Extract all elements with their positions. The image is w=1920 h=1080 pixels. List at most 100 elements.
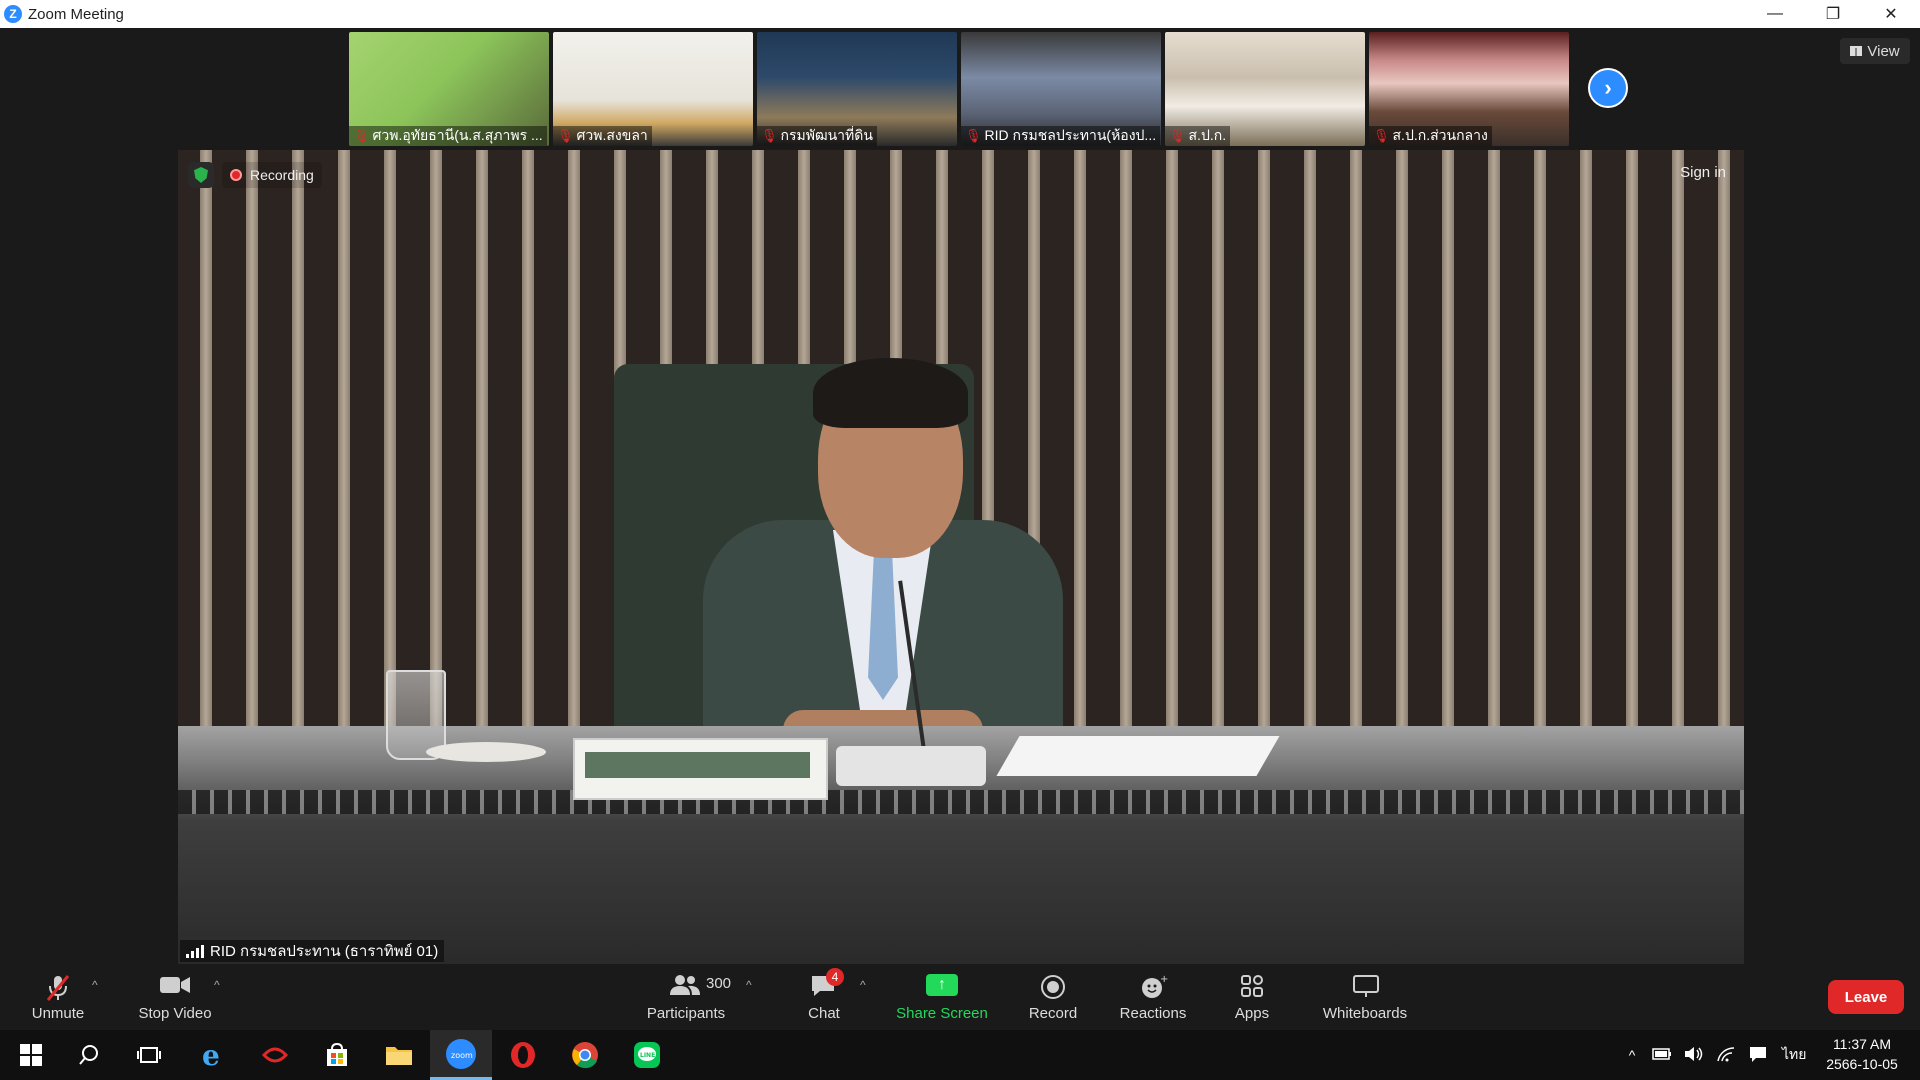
battery-icon[interactable] [1652, 1047, 1672, 1063]
line-app-icon[interactable]: LINE [616, 1030, 678, 1080]
svg-text:zoom: zoom [451, 1051, 473, 1060]
view-button-label: View [1867, 42, 1900, 60]
participants-options-chevron-icon[interactable]: ^ [746, 978, 752, 992]
wifi-icon[interactable] [1716, 1046, 1736, 1065]
participant-name: ส.ป.ก. [1188, 127, 1227, 143]
internet-explorer-icon[interactable]: e [182, 1030, 244, 1080]
sign-in-link[interactable]: Sign in [1680, 164, 1726, 181]
search-icon[interactable] [58, 1030, 120, 1080]
encryption-shield-icon[interactable] [188, 162, 214, 188]
participants-button[interactable]: 300 Participants [638, 964, 734, 1030]
participant-thumbnail[interactable]: 🎙 RID กรมชลประทาน(ห้องป... [961, 32, 1161, 146]
svg-text:+: + [1160, 974, 1168, 985]
chat-button[interactable]: 4 Chat [796, 964, 852, 1030]
meeting-area: 🎙 ศวพ.อุทัยธานี(น.ส.สุภาพร ... 🎙 ศวพ.สงข… [0, 28, 1920, 964]
window-title: Zoom Meeting [28, 5, 124, 23]
participant-thumbnail[interactable]: 🎙 ศวพ.สงขลา [553, 32, 753, 146]
opera-icon[interactable] [492, 1030, 554, 1080]
apps-icon [1240, 974, 1264, 1003]
participant-thumbnail[interactable]: 🎙 ส.ป.ก. [1165, 32, 1365, 146]
stop-video-button[interactable]: Stop Video [130, 964, 220, 1030]
participant-thumbnail[interactable]: 🎙 ศวพ.อุทัยธานี(น.ส.สุภาพร ... [349, 32, 549, 146]
participant-thumbnail[interactable]: 🎙 ส.ป.ก.ส่วนกลาง [1369, 32, 1569, 146]
zoom-taskbar-icon[interactable]: zoom [430, 1030, 492, 1080]
participant-name-label: 🎙 กรมพัฒนาที่ดิน [757, 126, 877, 146]
smiley-icon: + [1140, 974, 1168, 1005]
participant-name-label: 🎙 ศวพ.อุทัยธานี(น.ส.สุภาพร ... [349, 126, 547, 146]
main-speaker-video: Recording Sign in RID กรมชลประทาน (ธาราท… [178, 150, 1744, 964]
recording-label: Recording [250, 167, 314, 183]
windows-taskbar: e zoom LINE ^ ไทย 11:37 AM 2566-10-05 [0, 1030, 1920, 1080]
input-language[interactable]: ไทย [1782, 1044, 1806, 1066]
task-view-icon[interactable] [118, 1030, 180, 1080]
svg-text:e: e [202, 1041, 220, 1069]
participant-name: ศวพ.สงขลา [576, 127, 648, 143]
clock-date: 2566-10-05 [1826, 1056, 1898, 1072]
participant-name-label: 🎙 ส.ป.ก. [1165, 126, 1231, 146]
speaker-name: RID กรมชลประทาน (ธาราทิพย์ 01) [210, 943, 439, 960]
meeting-toolbar: Unmute ^ Stop Video ^ 300 Participants ^… [0, 964, 1920, 1030]
notifications-icon[interactable] [1748, 1045, 1768, 1066]
clock-time: 11:37 AM [1832, 1036, 1892, 1052]
participant-name: กรมพัฒนาที่ดิน [780, 127, 873, 143]
view-button[interactable]: View [1840, 38, 1910, 64]
window-controls: — ❐ ✕ [1746, 0, 1920, 28]
system-tray: ^ ไทย [1622, 1030, 1807, 1080]
participant-name: ศวพ.อุทัยธานี(น.ส.สุภาพร ... [372, 127, 543, 143]
record-button[interactable]: Record [1022, 964, 1084, 1030]
audio-options-chevron-icon[interactable]: ^ [92, 978, 98, 992]
mic-muted-icon: 🎙 [965, 128, 982, 143]
volume-icon[interactable] [1684, 1046, 1704, 1065]
participant-name: RID กรมชลประทาน(ห้องป... [984, 127, 1157, 143]
apps-button[interactable]: Apps [1230, 964, 1274, 1030]
reactions-button[interactable]: + Reactions [1114, 964, 1192, 1030]
mic-muted-icon: 🎙 [761, 128, 778, 143]
video-options-chevron-icon[interactable]: ^ [214, 978, 220, 992]
participant-thumbnail-strip: 🎙 ศวพ.อุทัยธานี(น.ส.สุภาพร ... 🎙 ศวพ.สงข… [349, 32, 1569, 146]
participant-name-label: 🎙 ส.ป.ก.ส่วนกลาง [1369, 126, 1492, 146]
next-page-chevron-icon[interactable]: › [1588, 68, 1628, 108]
mic-muted-icon: 🎙 [1169, 128, 1186, 143]
grid-view-icon [1850, 46, 1863, 56]
participants-icon [670, 974, 700, 1001]
title-bar: Z Zoom Meeting — ❐ ✕ [0, 0, 1920, 28]
show-hidden-icons-chevron-icon[interactable]: ^ [1622, 1047, 1642, 1063]
chrome-icon[interactable] [554, 1030, 616, 1080]
papers-shape [996, 736, 1280, 776]
signal-strength-icon [186, 944, 204, 958]
minimize-button[interactable]: — [1746, 0, 1804, 28]
speaker-figure [663, 340, 1093, 760]
windows-start-icon[interactable] [0, 1030, 62, 1080]
game-app-icon[interactable] [244, 1030, 306, 1080]
mic-muted-icon: 🎙 [557, 128, 574, 143]
participant-name-label: 🎙 ศวพ.สงขลา [553, 126, 652, 146]
participants-count: 300 [706, 975, 732, 992]
participant-name-label: 🎙 RID กรมชลประทาน(ห้องป... [961, 126, 1161, 146]
mic-muted-icon: 🎙 [1373, 128, 1390, 143]
zoom-logo-icon: Z [4, 5, 22, 23]
chat-unread-badge: 4 [826, 968, 844, 986]
whiteboards-button[interactable]: Whiteboards [1318, 964, 1412, 1030]
nameplate-shape [573, 738, 828, 800]
leave-button[interactable]: Leave [1828, 980, 1904, 1014]
close-button[interactable]: ✕ [1862, 0, 1920, 28]
video-camera-icon [159, 974, 191, 1001]
share-screen-icon: ↑ [926, 974, 958, 996]
file-explorer-icon[interactable] [368, 1030, 430, 1080]
record-dot-icon [230, 169, 242, 181]
speaker-name-label: RID กรมชลประทาน (ธาราทิพย์ 01) [180, 940, 445, 962]
record-icon [1040, 974, 1066, 1005]
participant-name: ส.ป.ก.ส่วนกลาง [1392, 127, 1488, 143]
unmute-button[interactable]: Unmute [22, 964, 94, 1030]
chat-options-chevron-icon[interactable]: ^ [860, 978, 866, 992]
whiteboard-icon [1352, 974, 1380, 1003]
participant-thumbnail[interactable]: 🎙 กรมพัฒนาที่ดิน [757, 32, 957, 146]
microphone-muted-icon [45, 974, 71, 1007]
mic-muted-icon: 🎙 [353, 128, 370, 143]
taskbar-clock[interactable]: 11:37 AM 2566-10-05 [1816, 1034, 1908, 1074]
store-icon[interactable] [306, 1030, 368, 1080]
svg-text:LINE: LINE [640, 1052, 655, 1059]
restore-button[interactable]: ❐ [1804, 0, 1862, 28]
recording-indicator[interactable]: Recording [222, 162, 322, 188]
share-screen-button[interactable]: ↑ Share Screen [892, 964, 992, 1030]
